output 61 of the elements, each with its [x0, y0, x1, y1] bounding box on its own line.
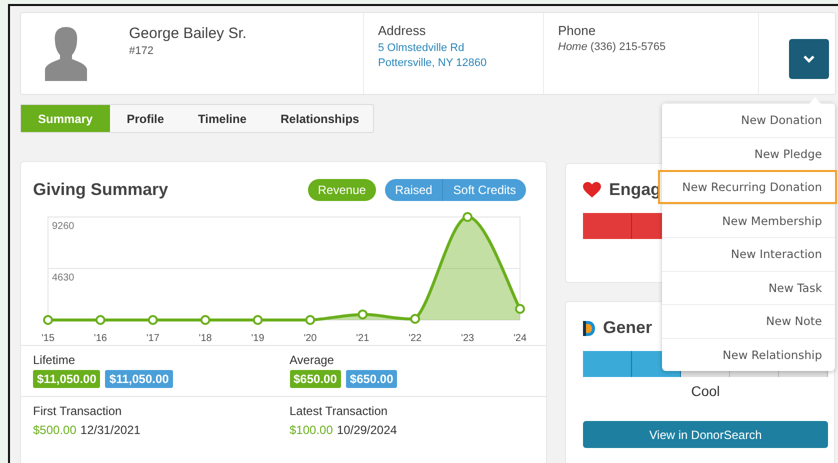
card-title: Gener [603, 318, 652, 338]
menu-item[interactable]: New Pledge [662, 136, 835, 170]
amount-tag: $650.00 [290, 370, 341, 388]
x-axis-label: '17 [146, 333, 160, 344]
heart-icon [583, 182, 601, 198]
stat-label: Average [290, 353, 335, 367]
y-axis-label: 9260 [52, 221, 74, 232]
x-axis-label: '18 [198, 333, 212, 344]
chart-point [462, 212, 473, 222]
address-line-link[interactable]: Pottersville, NY 12860 [378, 56, 543, 71]
d-logo-icon [583, 320, 595, 336]
menu-item[interactable]: New Donation [662, 103, 835, 136]
x-axis-label: '20 [304, 333, 317, 344]
contact-name: George Bailey Sr. [129, 25, 247, 42]
stat-label: First Transaction [33, 404, 123, 418]
chart-point [305, 315, 316, 325]
x-axis-label: '22 [408, 333, 422, 344]
x-axis-label: '24 [513, 333, 527, 344]
actions-dropdown-button[interactable] [789, 38, 829, 78]
menu-item[interactable]: New Membership [662, 204, 835, 237]
amount-tag: $11,050.00 [105, 370, 173, 388]
tab[interactable]: Profile [110, 105, 182, 132]
x-axis-label: '21 [356, 333, 370, 344]
address-line-link[interactable]: 5 Olmstedville Rd [378, 41, 543, 56]
x-axis-label: '16 [94, 333, 107, 344]
card-title: Giving Summary [33, 180, 170, 200]
contact-id: #172 [129, 45, 154, 57]
menu-item[interactable]: New Task [662, 270, 835, 304]
chart-point [252, 315, 263, 325]
phone-label: Phone [558, 23, 597, 38]
transaction-amount: $500.00 [33, 423, 76, 437]
chart-point [148, 315, 158, 325]
menu-item[interactable]: New Relationship [662, 338, 835, 371]
amount-tag: $11,050.00 [33, 370, 100, 388]
y-axis-label: 4630 [52, 272, 74, 284]
x-axis-label: '19 [251, 333, 264, 344]
x-axis-label: '23 [461, 333, 474, 344]
tab[interactable]: Relationships [264, 105, 376, 132]
transaction-date: 10/29/2024 [336, 423, 397, 437]
transaction-date: 12/31/2021 [80, 423, 140, 437]
chart-point [515, 304, 525, 314]
x-axis-label: '15 [41, 333, 55, 344]
address-label: Address [378, 23, 427, 38]
chart-point [95, 315, 106, 325]
rating-label: Cool [690, 383, 721, 399]
chart-point [410, 314, 420, 324]
avatar-silhouette-icon [45, 25, 87, 81]
view-in-donorsearch-button[interactable]: View in DonorSearch [583, 421, 828, 448]
chart-point [200, 315, 210, 325]
menu-item[interactable]: New Note [662, 304, 835, 338]
menu-item[interactable]: New Recurring Donation [658, 170, 837, 204]
amount-tag: $650.00 [346, 370, 398, 388]
stat-label: Lifetime [33, 353, 76, 367]
tab[interactable]: Timeline [181, 105, 264, 132]
chart-point [43, 315, 53, 325]
phone-number: Home (336) 215-5765 [558, 41, 667, 53]
chevron-down-icon [803, 54, 815, 62]
chart-point [358, 309, 368, 320]
transaction-amount: $100.00 [290, 423, 333, 437]
stat-label: Latest Transaction [290, 404, 389, 418]
menu-item[interactable]: New Interaction [662, 237, 835, 270]
